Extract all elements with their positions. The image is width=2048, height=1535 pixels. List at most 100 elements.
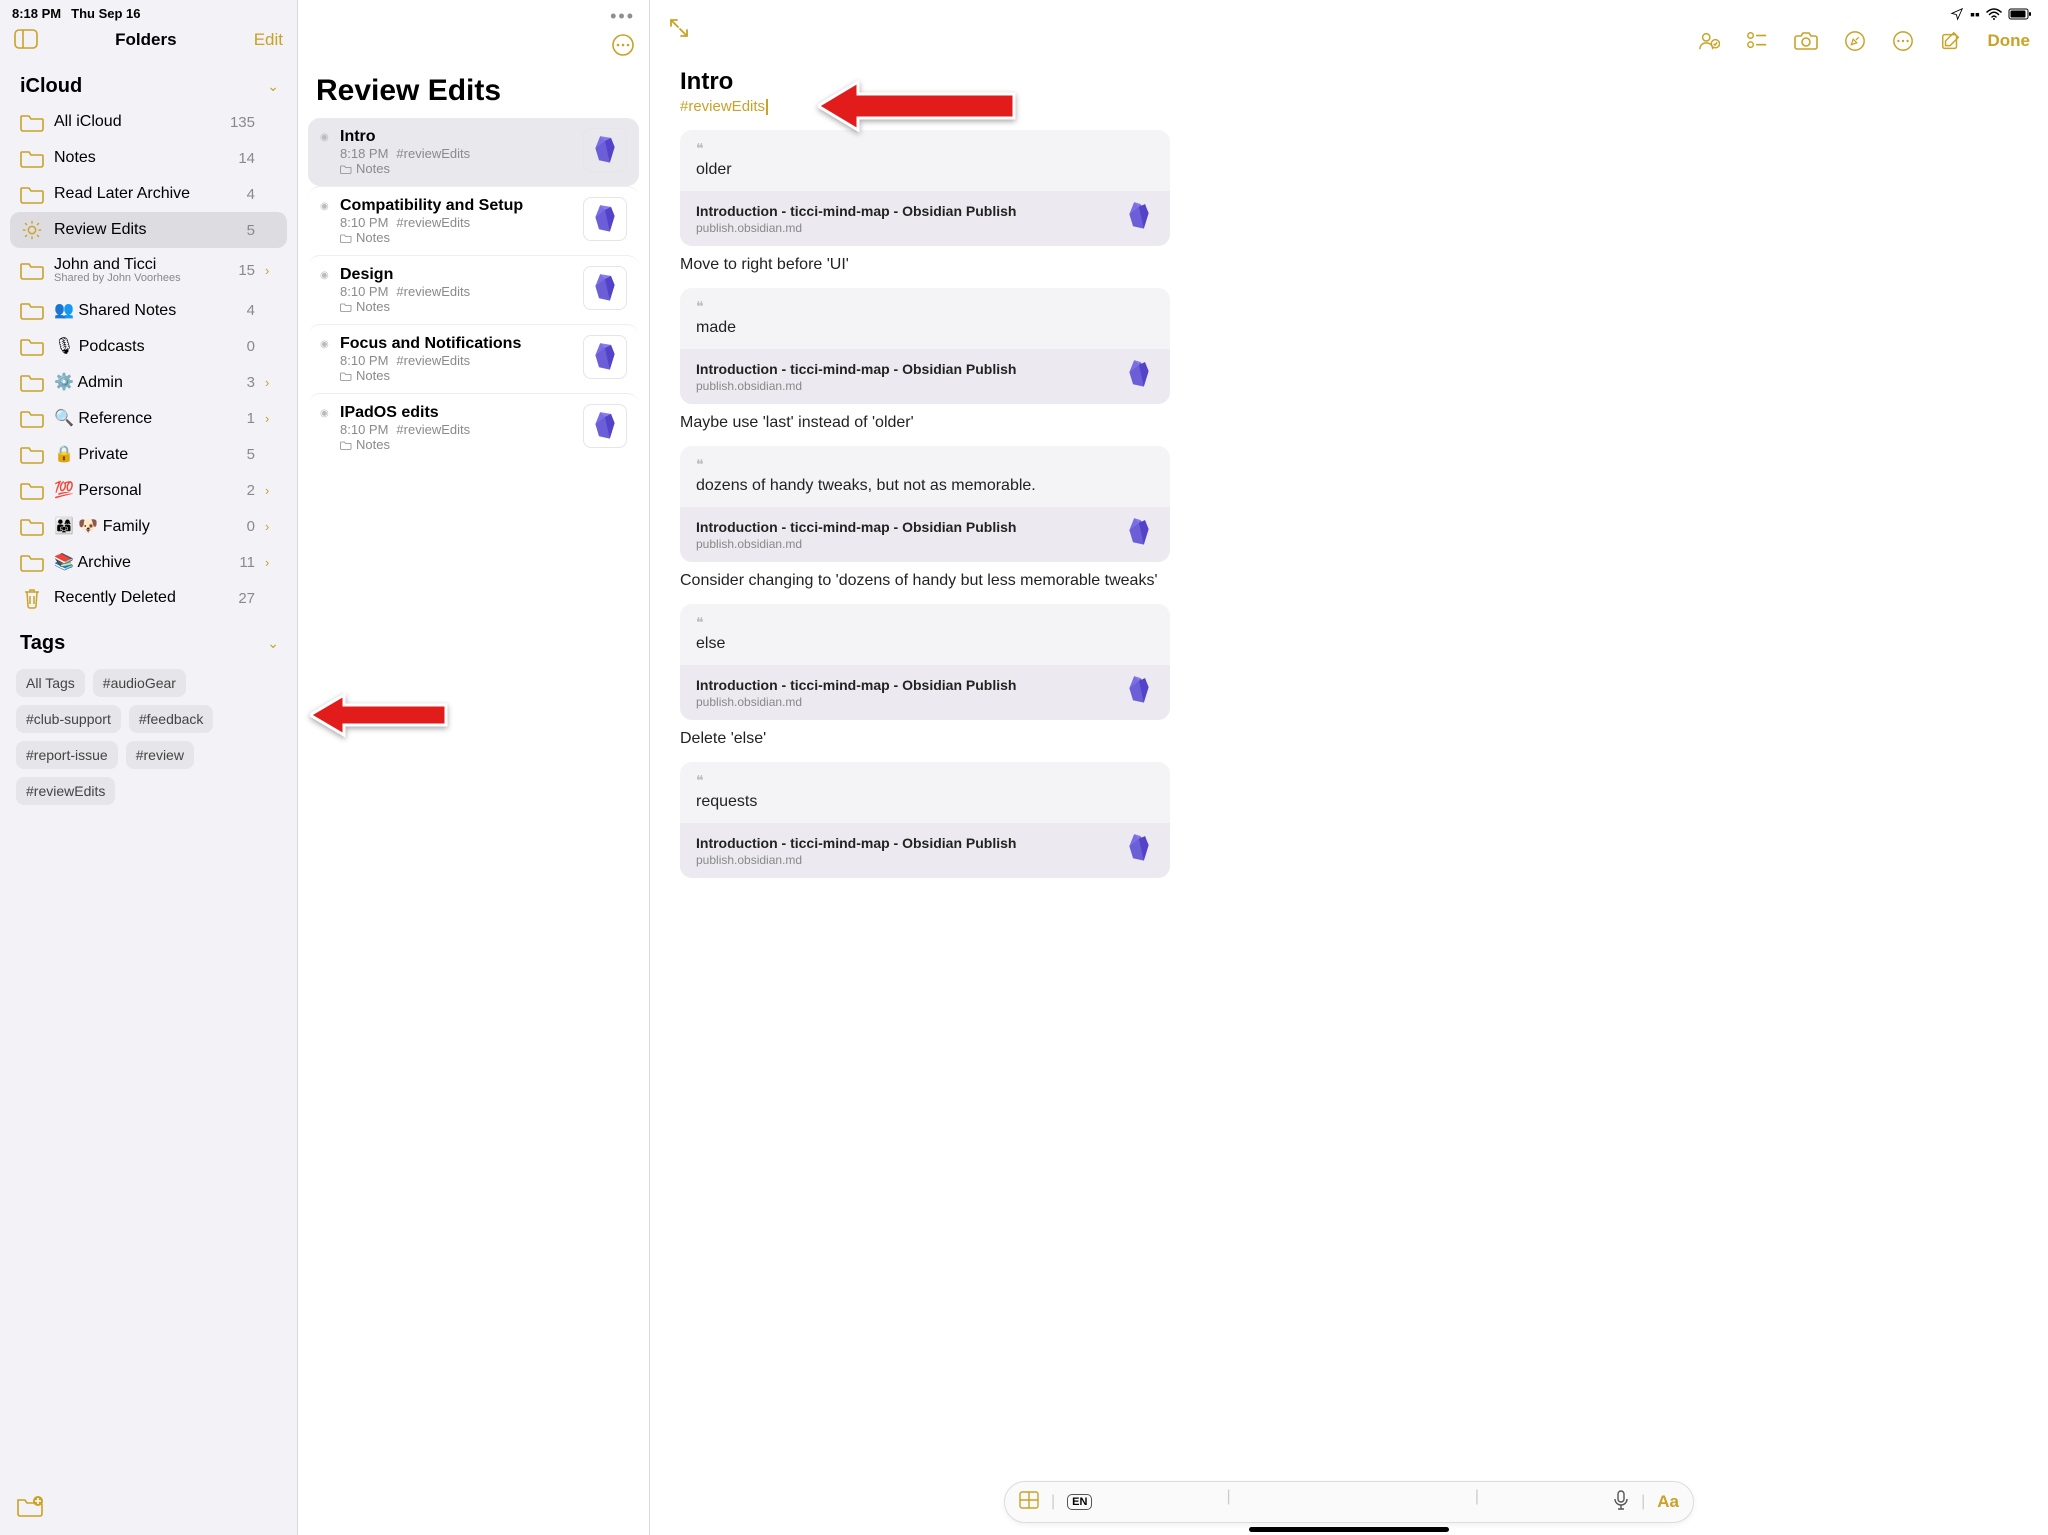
note-title[interactable]: Intro (680, 68, 2018, 96)
note-thumbnail (583, 128, 627, 172)
chevron-right-icon: › (265, 555, 277, 570)
tag-chip[interactable]: #club-support (16, 705, 121, 733)
note-thumbnail (583, 404, 627, 448)
status-date: Thu Sep 16 (71, 6, 140, 21)
folder-row[interactable]: 🎙 Podcasts0 (10, 328, 287, 364)
note-list-pane: ••• Review Edits ◉Intro8:18 PM#reviewEdi… (298, 0, 650, 1535)
status-time: 8:18 PM (12, 6, 61, 21)
folder-icon (20, 112, 44, 132)
quote-icon: ❝ (696, 140, 1154, 157)
quote-card[interactable]: ❝requestsIntroduction - ticci-mind-map -… (680, 762, 1170, 878)
table-icon[interactable] (1019, 1491, 1039, 1514)
chevron-right-icon: › (265, 519, 277, 534)
tag-chip[interactable]: #audioGear (93, 669, 186, 697)
chevron-down-icon: ⌄ (267, 78, 279, 95)
quote-card[interactable]: ❝elseIntroduction - ticci-mind-map - Obs… (680, 604, 1170, 720)
quote-card[interactable]: ❝madeIntroduction - ticci-mind-map - Obs… (680, 288, 1170, 404)
note-thumbnail (583, 266, 627, 310)
note-item[interactable]: ◉IPadOS edits8:10 PM#reviewEditsNotes (308, 393, 639, 462)
chevron-down-icon: ⌄ (267, 635, 279, 652)
comment-text[interactable]: Maybe use 'last' instead of 'older' (680, 414, 1320, 432)
new-folder-icon[interactable] (16, 1505, 44, 1522)
edit-button[interactable]: Edit (254, 30, 283, 50)
sidebar-title: Folders (115, 30, 176, 50)
home-indicator[interactable] (1249, 1527, 1449, 1532)
note-item[interactable]: ◉Compatibility and Setup8:10 PM#reviewEd… (308, 186, 639, 255)
quote-icon: ❝ (696, 772, 1154, 789)
more-options-icon[interactable] (611, 33, 635, 62)
quote-card[interactable]: ❝olderIntroduction - ticci-mind-map - Ob… (680, 130, 1170, 246)
folder-row[interactable]: Read Later Archive4 (10, 176, 287, 212)
checklist-icon[interactable] (1746, 30, 1768, 52)
section-tags[interactable]: Tags ⌄ (0, 616, 297, 661)
tag-chip[interactable]: #feedback (129, 705, 214, 733)
folder-row[interactable]: 🔍 Reference1› (10, 400, 287, 436)
folder-row[interactable]: 💯 Personal2› (10, 472, 287, 508)
location-icon (1950, 7, 1964, 21)
note-item[interactable]: ◉Intro8:18 PM#reviewEditsNotes (308, 118, 639, 186)
done-button[interactable]: Done (1988, 31, 2031, 51)
camera-icon[interactable] (1794, 31, 1818, 51)
folder-row[interactable]: 👨‍👩‍👧 🐶 Family0› (10, 508, 287, 544)
folder-row[interactable]: Recently Deleted27 (10, 580, 287, 616)
multitask-dots[interactable]: ••• (298, 0, 649, 27)
comment-text[interactable]: Consider changing to 'dozens of handy bu… (680, 572, 1320, 590)
folder-icon (20, 336, 44, 356)
folder-row[interactable]: 👥 Shared Notes4 (10, 292, 287, 328)
markup-icon[interactable] (1844, 30, 1866, 52)
chevron-right-icon: › (265, 263, 277, 278)
folder-row[interactable]: Notes14 (10, 140, 287, 176)
folder-icon (20, 300, 44, 320)
comment-text[interactable]: Delete 'else' (680, 730, 1320, 748)
chevron-right-icon: › (265, 483, 277, 498)
tag-chip[interactable]: #review (126, 741, 194, 769)
link-thumbnail (1124, 675, 1154, 710)
text-cursor (766, 99, 768, 115)
note-item[interactable]: ◉Focus and Notifications8:10 PM#reviewEd… (308, 324, 639, 393)
folder-icon (20, 552, 44, 572)
dictation-icon[interactable] (1613, 1490, 1629, 1515)
folder-row[interactable]: 🔒 Private5 (10, 436, 287, 472)
folder-icon (20, 516, 44, 536)
folder-row[interactable]: ⚙️ Admin3› (10, 364, 287, 400)
link-thumbnail (1124, 833, 1154, 868)
tag-chip[interactable]: #report-issue (16, 741, 118, 769)
compose-icon[interactable] (1940, 30, 1962, 52)
folder-icon (20, 220, 44, 240)
folder-row[interactable]: Review Edits5 (10, 212, 287, 248)
system-status-icons: ▪▪ (1950, 6, 2032, 22)
folder-icon (20, 408, 44, 428)
quote-icon: ❝ (696, 614, 1154, 631)
chevron-right-icon: › (265, 375, 277, 390)
format-button[interactable]: Aa (1657, 1492, 1679, 1512)
note-thumbnail (583, 335, 627, 379)
note-item[interactable]: ◉Design8:10 PM#reviewEditsNotes (308, 255, 639, 324)
keyboard-candidate-area[interactable]: || (1104, 1488, 1601, 1516)
section-icloud[interactable]: iCloud ⌄ (0, 59, 297, 104)
link-thumbnail (1124, 359, 1154, 394)
expand-icon[interactable] (668, 17, 690, 44)
note-thumbnail (583, 197, 627, 241)
sidebar-toggle-icon[interactable] (14, 29, 38, 51)
tag-chip[interactable]: #reviewEdits (16, 777, 115, 805)
collaborate-icon[interactable] (1698, 30, 1720, 52)
folder-row[interactable]: 📚 Archive11› (10, 544, 287, 580)
folder-row[interactable]: All iCloud135 (10, 104, 287, 140)
notelist-title: Review Edits (298, 62, 649, 118)
note-editor: ▪▪ Done Intro #reviewEdits ❝olderIntrodu… (650, 0, 2048, 1535)
folder-icon (20, 480, 44, 500)
language-button[interactable]: EN (1067, 1494, 1092, 1510)
quote-card[interactable]: ❝dozens of handy tweaks, but not as memo… (680, 446, 1170, 562)
keyboard-bar[interactable]: | EN || | Aa (1004, 1481, 1694, 1523)
quote-icon: ❝ (696, 456, 1154, 473)
note-tag[interactable]: #reviewEdits (680, 98, 765, 115)
comment-text[interactable]: Move to right before 'UI' (680, 256, 1320, 274)
tag-chip[interactable]: All Tags (16, 669, 85, 697)
folder-icon (20, 148, 44, 168)
folder-icon (20, 444, 44, 464)
link-thumbnail (1124, 201, 1154, 236)
folder-row[interactable]: John and TicciShared by John Voorhees15› (10, 248, 287, 292)
status-bar: 8:18 PM Thu Sep 16 (0, 0, 297, 21)
battery-icon (2008, 8, 2032, 20)
more-icon[interactable] (1892, 30, 1914, 52)
